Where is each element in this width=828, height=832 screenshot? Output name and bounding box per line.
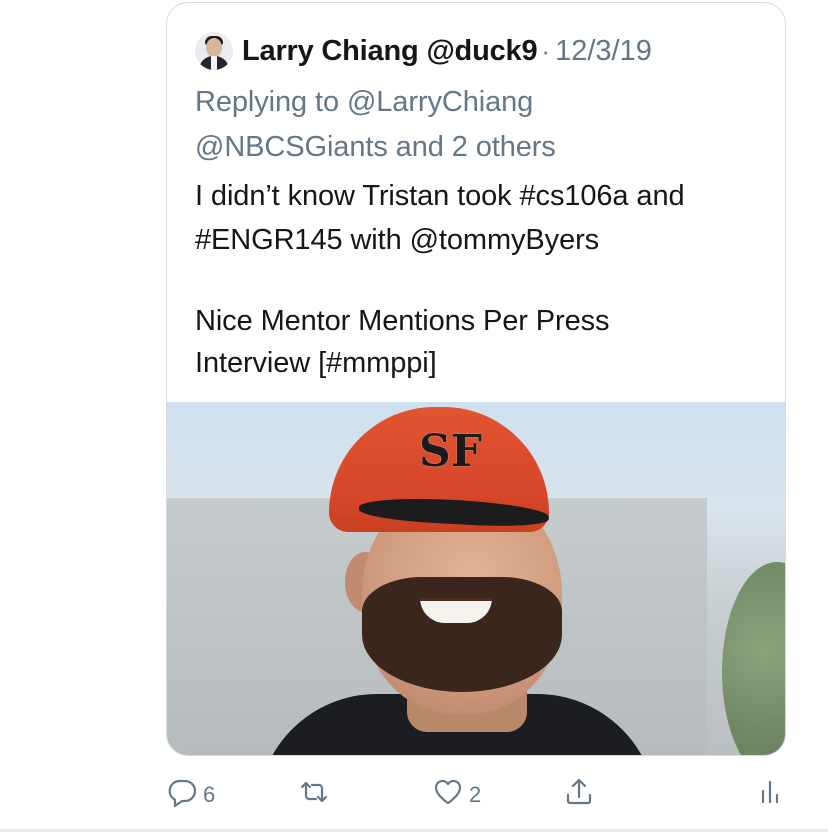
replying-to-line[interactable]: Replying to @LarryChiang [195,86,533,119]
author-name[interactable]: Larry Chiang [242,35,419,68]
tweet-header: Larry Chiang @duck9 · 12/3/19 [195,31,652,71]
tweet-card[interactable]: Larry Chiang @duck9 · 12/3/19 Replying t… [166,2,786,756]
tweet-actions-bar: 6 2 [166,770,786,820]
tweet-text-line: Nice Mentor Mentions Per Press [195,305,610,337]
reply-icon [166,776,198,814]
retweet-button[interactable] [298,770,335,820]
heart-icon [432,776,464,814]
tweet-text-line: Interview [#mmppi] [195,347,437,379]
player-beard [362,577,562,692]
analytics-button[interactable] [754,770,786,820]
reply-count: 6 [203,782,216,807]
author-handle[interactable]: @duck9 [426,35,537,68]
avatar[interactable] [195,32,233,70]
share-icon [563,776,595,814]
reply-button[interactable]: 6 [166,770,215,820]
tweet-text-line: #ENGR145 with @tommyByers [195,224,600,256]
background-tree [722,562,785,755]
separator-dot: · [541,35,551,66]
share-button[interactable] [563,770,595,820]
retweet-icon [298,776,330,814]
tweet-date[interactable]: 12/3/19 [555,35,652,68]
cap-logo: SF [419,426,483,477]
tweet-page: Larry Chiang @duck9 · 12/3/19 Replying t… [0,0,828,832]
tweet-media-image[interactable]: SF [167,402,785,755]
analytics-icon [754,776,786,814]
replying-to-others[interactable]: @NBCSGiants and 2 others [195,131,556,164]
like-count: 2 [469,782,482,807]
like-button[interactable]: 2 [432,770,481,820]
tweet-text-line: I didn’t know Tristan took #cs106a and [195,180,685,212]
